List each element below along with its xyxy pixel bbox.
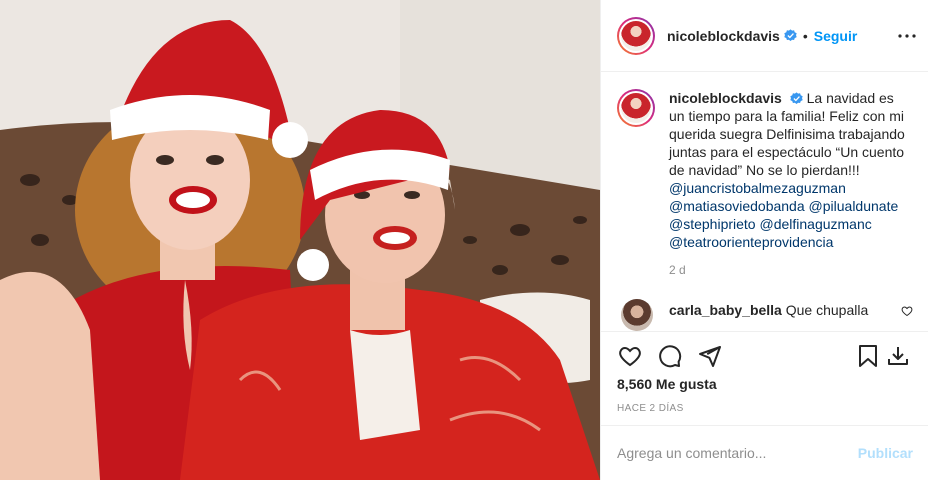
follow-button[interactable]: Seguir xyxy=(814,28,858,44)
publish-button[interactable]: Publicar xyxy=(858,445,913,461)
post-header: nicoleblockdavis • Seguir xyxy=(601,0,928,72)
post-photo[interactable] xyxy=(0,0,600,480)
post-age[interactable]: HACE 2 DÍAS xyxy=(617,403,684,414)
instagram-post: nicoleblockdavis • Seguir nicoleblockdav… xyxy=(0,0,928,480)
comment-item: carla_baby_bella Que chupalla xyxy=(617,299,913,331)
profile-avatar[interactable] xyxy=(617,16,655,55)
comment-body: Que chupalla xyxy=(785,302,869,318)
add-comment-bar: Publicar xyxy=(601,425,928,480)
separator-dot: • xyxy=(802,27,808,44)
caption-username[interactable]: nicoleblockdavis xyxy=(669,90,782,106)
caption-mention[interactable]: @juancristobalmezaguzman xyxy=(669,179,913,197)
caption-mention[interactable]: @matiasoviedobanda @pilualdunate xyxy=(669,197,913,215)
share-icon[interactable] xyxy=(697,343,723,369)
like-comment-icon[interactable] xyxy=(901,305,913,317)
comments-list[interactable]: nicoleblockdavis La navidad es un tiempo… xyxy=(601,73,928,339)
action-bar xyxy=(601,331,928,379)
avatar-image xyxy=(621,20,651,51)
comment-input[interactable] xyxy=(617,445,858,461)
heart-icon[interactable] xyxy=(617,343,643,369)
photo-image xyxy=(0,0,600,480)
comment-icon[interactable] xyxy=(657,343,683,369)
likes-count[interactable]: 8,560 Me gusta xyxy=(617,376,717,392)
caption-time[interactable]: 2 d xyxy=(669,263,913,277)
caption-mention[interactable]: @stephiprieto @delfinaguzmanc xyxy=(669,215,913,233)
download-icon[interactable] xyxy=(885,343,911,369)
verified-badge-icon xyxy=(790,92,803,105)
post-side-panel: nicoleblockdavis • Seguir nicoleblockdav… xyxy=(600,0,928,480)
header-username[interactable]: nicoleblockdavis xyxy=(667,28,780,44)
caption-mention[interactable]: @teatroorienteprovidencia xyxy=(669,233,913,251)
caption-avatar[interactable] xyxy=(617,89,655,127)
commenter-avatar[interactable] xyxy=(621,299,653,331)
more-options-icon[interactable] xyxy=(895,24,919,48)
verified-badge-icon xyxy=(784,29,797,42)
post-caption: nicoleblockdavis La navidad es un tiempo… xyxy=(617,89,913,251)
bookmark-icon[interactable] xyxy=(855,343,881,369)
commenter-username[interactable]: carla_baby_bella xyxy=(669,302,782,318)
